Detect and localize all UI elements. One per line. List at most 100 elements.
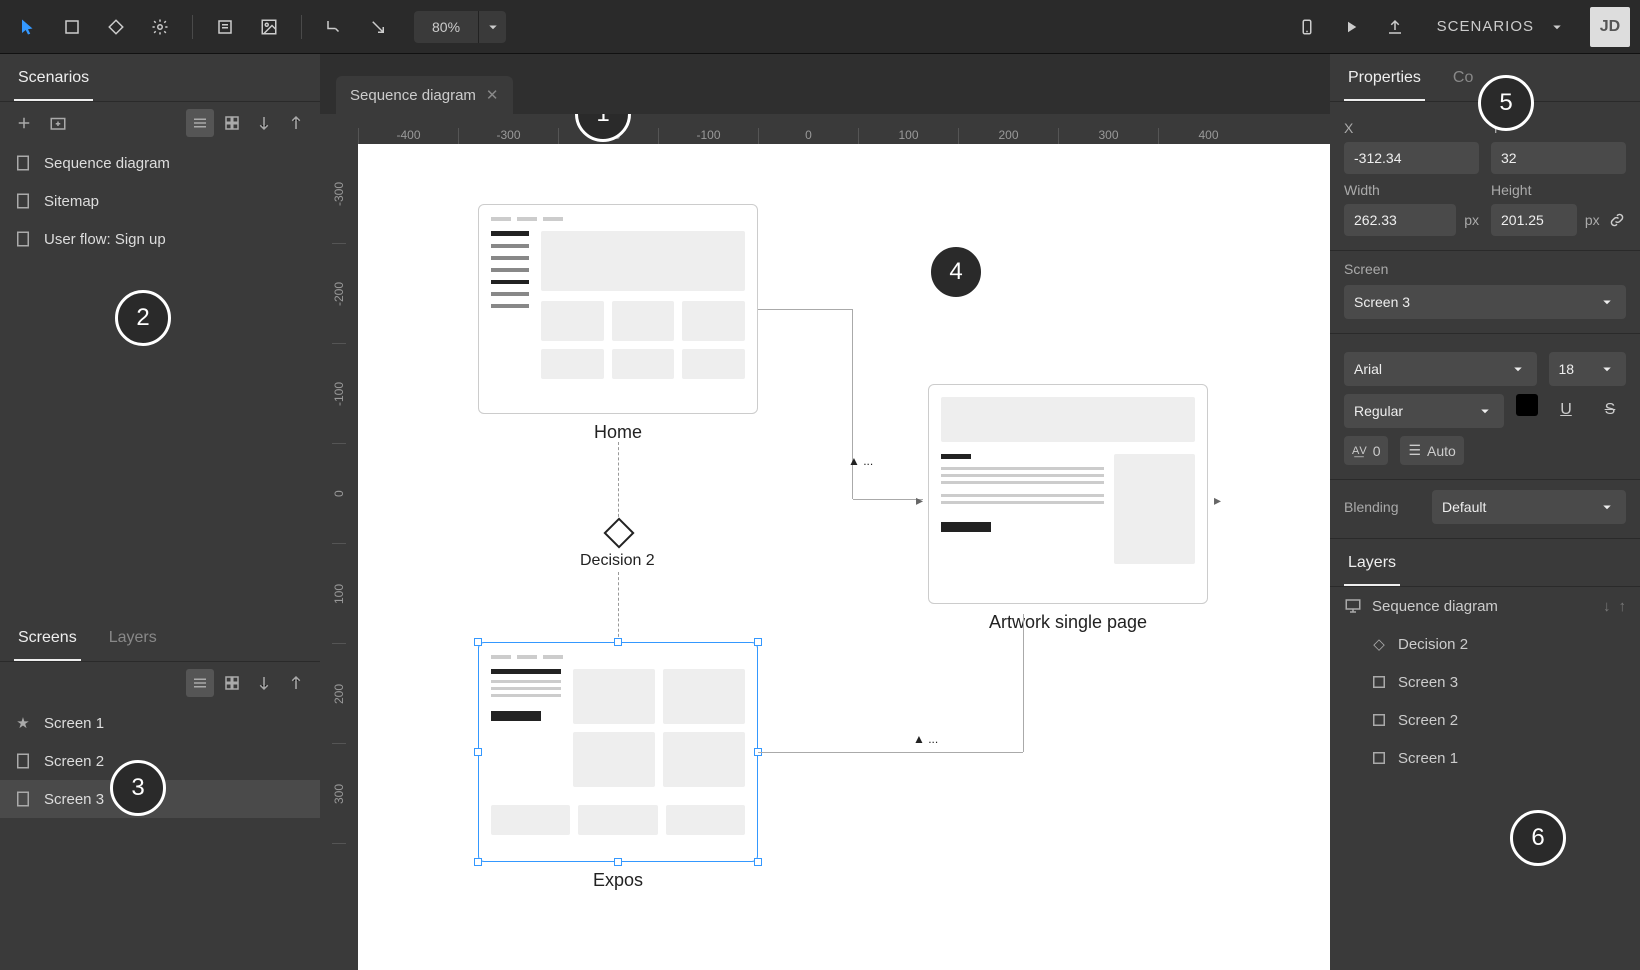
decision-node[interactable]	[603, 517, 634, 548]
text-tool[interactable]	[207, 9, 243, 45]
home-label: Home	[478, 422, 758, 443]
layers-left-tab[interactable]: Layers	[105, 617, 161, 661]
frame-icon	[1370, 673, 1388, 691]
height-label: Height	[1491, 182, 1626, 198]
zoom-dropdown-icon[interactable]	[478, 11, 506, 43]
font-select[interactable]: Arial	[1344, 352, 1537, 386]
user-avatar[interactable]: JD	[1590, 7, 1630, 47]
screen-item[interactable]: Screen 2	[0, 742, 320, 780]
width-label: Width	[1344, 182, 1479, 198]
artwork-label: Artwork single page	[928, 612, 1208, 633]
frame-icon	[1370, 711, 1388, 729]
screen-select[interactable]: Screen 3	[1344, 285, 1626, 319]
frame-icon	[1370, 749, 1388, 767]
file-tab[interactable]: Sequence diagram ✕	[336, 76, 513, 114]
connector	[1023, 614, 1024, 752]
sort-up-icon[interactable]	[282, 109, 310, 137]
right-sidebar: Properties Co X Y Width px Height px Scr…	[1330, 54, 1640, 970]
connector	[618, 442, 619, 522]
zoom-value: 80%	[414, 19, 478, 35]
warning-icon: ▲ ...	[913, 732, 938, 746]
layer-item[interactable]: ◇Decision 2	[1330, 625, 1640, 663]
settings-icon[interactable]	[142, 9, 178, 45]
wireframe-expos[interactable]	[478, 642, 758, 862]
frame-tool[interactable]	[54, 9, 90, 45]
scenarios-list: Sequence diagram Sitemap User flow: Sign…	[0, 144, 320, 258]
monitor-icon	[1344, 597, 1362, 615]
wireframe-artwork[interactable]	[928, 384, 1208, 604]
page-icon	[14, 790, 32, 808]
blending-label: Blending	[1344, 499, 1424, 515]
layer-item[interactable]: Screen 3	[1330, 663, 1640, 701]
layer-item[interactable]: Screen 2	[1330, 701, 1640, 739]
blending-select[interactable]: Default	[1432, 490, 1626, 524]
underline-icon[interactable]: U	[1550, 394, 1582, 426]
list-view-icon[interactable]	[186, 109, 214, 137]
screen-label: Screen	[1344, 261, 1626, 277]
expos-label: Expos	[478, 870, 758, 891]
screen-item[interactable]: Screen 3	[0, 780, 320, 818]
y-input[interactable]	[1491, 142, 1626, 174]
page-icon	[14, 230, 32, 248]
properties-tab[interactable]: Properties	[1344, 57, 1425, 101]
list-view-icon[interactable]	[186, 669, 214, 697]
device-preview-icon[interactable]	[1289, 9, 1325, 45]
connector	[758, 309, 853, 499]
select-tool[interactable]	[10, 9, 46, 45]
arrow-right-icon: ▸	[916, 492, 923, 509]
y-label: Y	[1491, 120, 1626, 136]
diamond-icon: ◇	[1370, 635, 1388, 653]
top-toolbar: 80% SCENARIOS JD	[0, 0, 1640, 54]
canvas[interactable]: Home Decision 2	[358, 144, 1330, 970]
left-sidebar: Scenarios Sequence diagram Sitemap User …	[0, 54, 320, 970]
image-tool[interactable]	[251, 9, 287, 45]
font-weight-select[interactable]: Regular	[1344, 394, 1504, 428]
right-layers-tab[interactable]: Layers	[1344, 542, 1400, 586]
screens-list: ★Screen 1 Screen 2 Screen 3	[0, 704, 320, 818]
comments-tab[interactable]: Co	[1449, 57, 1477, 101]
text-color[interactable]	[1516, 394, 1538, 416]
sort-up-icon[interactable]	[282, 669, 310, 697]
upload-icon[interactable]	[1377, 9, 1413, 45]
layer-item[interactable]: Screen 1	[1330, 739, 1640, 777]
grid-view-icon[interactable]	[218, 669, 246, 697]
connector	[618, 572, 619, 642]
zoom-control[interactable]: 80%	[414, 11, 506, 43]
close-tab-icon[interactable]: ✕	[486, 86, 499, 104]
horizontal-ruler: -400-300-200-1000100200300400	[358, 114, 1330, 144]
sort-down-icon[interactable]	[250, 109, 278, 137]
line-height-input[interactable]: ☰Auto	[1400, 436, 1463, 465]
connector	[758, 752, 1023, 753]
scenarios-tab[interactable]: Scenarios	[14, 57, 93, 101]
strikethrough-icon[interactable]: S	[1594, 394, 1626, 426]
screen-item[interactable]: ★Screen 1	[0, 704, 320, 742]
scenario-item[interactable]: Sequence diagram	[0, 144, 320, 182]
arrow-tool[interactable]	[360, 9, 396, 45]
height-input[interactable]	[1491, 204, 1577, 236]
font-size-select[interactable]: 18	[1549, 352, 1627, 386]
width-input[interactable]	[1344, 204, 1456, 236]
add-scenario-icon[interactable]	[10, 109, 38, 137]
page-icon	[14, 192, 32, 210]
scenario-item[interactable]: Sitemap	[0, 182, 320, 220]
play-icon[interactable]	[1333, 9, 1369, 45]
page-icon	[14, 752, 32, 770]
layer-up-icon[interactable]: ↑	[1619, 598, 1627, 615]
canvas-area: Sequence diagram ✕ -400-300-200-10001002…	[320, 54, 1330, 970]
letter-spacing-input[interactable]: A͟V0	[1344, 436, 1388, 465]
layer-root[interactable]: Sequence diagram ↓↑	[1330, 587, 1640, 625]
shape-tool[interactable]	[98, 9, 134, 45]
layer-down-icon[interactable]: ↓	[1603, 598, 1611, 615]
add-folder-icon[interactable]	[44, 109, 72, 137]
link-dimensions-icon[interactable]	[1608, 204, 1626, 236]
connector-tool[interactable]	[316, 9, 352, 45]
sort-down-icon[interactable]	[250, 669, 278, 697]
wireframe-home[interactable]	[478, 204, 758, 414]
x-input[interactable]	[1344, 142, 1479, 174]
vertical-ruler: -300-200-1000100200300	[320, 144, 358, 970]
scenario-item[interactable]: User flow: Sign up	[0, 220, 320, 258]
grid-view-icon[interactable]	[218, 109, 246, 137]
scenario-selector[interactable]: SCENARIOS	[1421, 18, 1582, 36]
screens-tab[interactable]: Screens	[14, 617, 81, 661]
warning-icon: ▲ ...	[848, 454, 873, 468]
